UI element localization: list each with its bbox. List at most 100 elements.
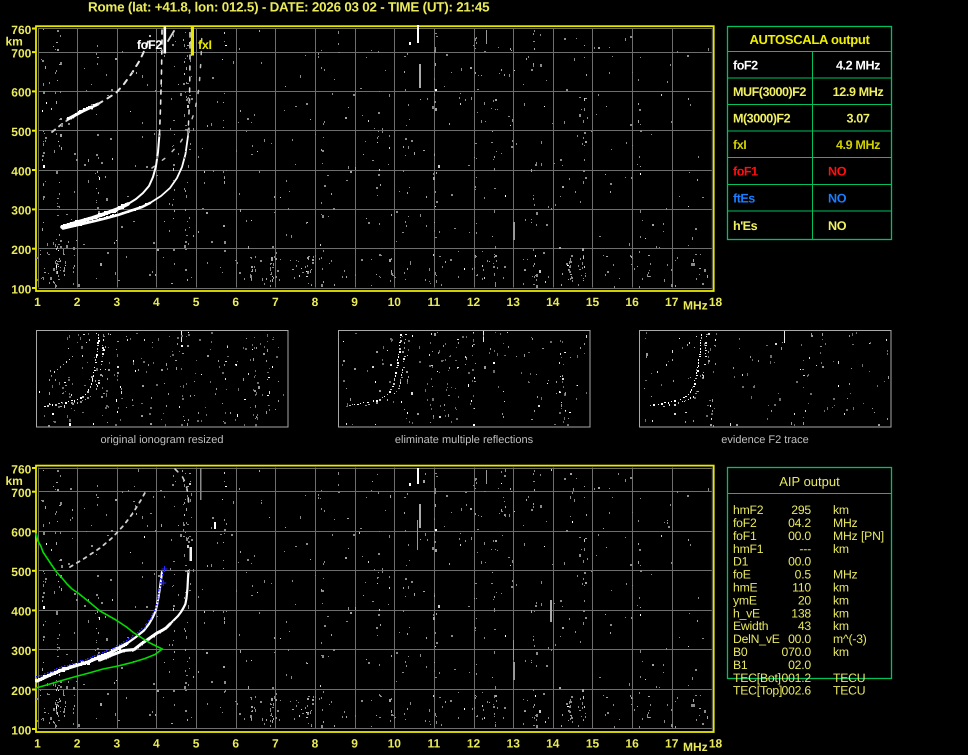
svg-text:11: 11: [428, 295, 441, 309]
svg-text:TECU: TECU: [833, 671, 865, 685]
svg-text:hmE: hmE: [733, 581, 758, 595]
svg-text:foF2: foF2: [733, 516, 757, 530]
svg-text:km: km: [6, 474, 23, 488]
svg-text:TECU: TECU: [833, 684, 865, 698]
svg-text:ymE: ymE: [733, 593, 757, 607]
svg-text:M(3000)F2: M(3000)F2: [733, 111, 791, 125]
svg-text:500: 500: [11, 565, 31, 579]
svg-text:43: 43: [798, 619, 812, 633]
svg-text:AIP output: AIP output: [779, 474, 840, 489]
svg-text:D1: D1: [733, 555, 749, 569]
svg-text:evidence F2 trace: evidence F2 trace: [721, 434, 808, 446]
svg-text:1: 1: [34, 295, 41, 309]
svg-text:NO: NO: [828, 219, 847, 233]
svg-text:2: 2: [74, 737, 81, 751]
svg-text:2: 2: [74, 295, 81, 309]
svg-text:foF2: foF2: [733, 58, 758, 72]
svg-text:ftEs: ftEs: [733, 191, 755, 205]
svg-text:foE: foE: [733, 568, 751, 582]
svg-text:foF1: foF1: [733, 165, 758, 179]
svg-text:6: 6: [232, 295, 239, 309]
svg-text:400: 400: [11, 605, 31, 619]
svg-text:NO: NO: [828, 165, 847, 179]
svg-text:eliminate multiple reflections: eliminate multiple reflections: [395, 434, 534, 446]
svg-text:0.5: 0.5: [795, 568, 812, 582]
svg-text:MHz: MHz: [833, 568, 858, 582]
svg-text:600: 600: [11, 86, 31, 100]
svg-text:6: 6: [232, 737, 239, 751]
svg-text:001.2: 001.2: [782, 671, 812, 685]
svg-text:km: km: [833, 645, 849, 659]
svg-text:h'Es: h'Es: [733, 219, 758, 233]
svg-text:04.2: 04.2: [788, 516, 811, 530]
svg-text:8: 8: [312, 737, 319, 751]
svg-text:km: km: [833, 581, 849, 595]
svg-text:---: ---: [799, 542, 811, 556]
svg-text:B1: B1: [733, 658, 748, 672]
svg-text:13: 13: [507, 295, 521, 309]
svg-text:4.2 MHz: 4.2 MHz: [836, 58, 880, 72]
svg-text:002.6: 002.6: [782, 684, 812, 698]
svg-text:400: 400: [11, 164, 31, 178]
svg-text:AUTOSCALA output: AUTOSCALA output: [749, 32, 870, 47]
svg-text:300: 300: [11, 204, 31, 218]
svg-text:18: 18: [709, 737, 723, 751]
svg-text:3: 3: [113, 737, 120, 751]
svg-text:14: 14: [546, 295, 560, 309]
svg-text:Rome (lat: +41.8, lon: 012.5): Rome (lat: +41.8, lon: 012.5) - DATE: 20…: [88, 0, 490, 15]
svg-text:MHz: MHz: [833, 516, 858, 530]
svg-text:500: 500: [11, 125, 31, 139]
svg-text:4.9 MHz: 4.9 MHz: [836, 138, 880, 152]
svg-text:16: 16: [625, 295, 639, 309]
svg-text:3: 3: [113, 295, 120, 309]
svg-text:070.0: 070.0: [782, 645, 812, 659]
svg-text:10: 10: [388, 295, 402, 309]
svg-text:DelN_vE: DelN_vE: [733, 632, 780, 646]
svg-text:MHz: MHz: [683, 740, 708, 754]
svg-text:B0: B0: [733, 645, 748, 659]
svg-text:17: 17: [665, 737, 679, 751]
svg-text:7: 7: [272, 737, 279, 751]
svg-text:12: 12: [467, 737, 481, 751]
svg-text:foF1: foF1: [733, 529, 757, 543]
svg-text:km: km: [833, 503, 849, 517]
svg-text:11: 11: [428, 737, 441, 751]
svg-text:TEC[Top]: TEC[Top]: [733, 684, 782, 698]
svg-text:original ionogram resized: original ionogram resized: [101, 434, 224, 446]
svg-text:700: 700: [11, 486, 31, 500]
svg-text:5: 5: [193, 737, 200, 751]
svg-text:NO: NO: [828, 191, 847, 205]
svg-text:4: 4: [153, 737, 160, 751]
svg-text:100: 100: [11, 723, 31, 737]
svg-text:16: 16: [625, 737, 639, 751]
svg-text:5: 5: [193, 295, 200, 309]
svg-text:10: 10: [388, 737, 402, 751]
svg-text:4: 4: [153, 295, 160, 309]
svg-text:13: 13: [507, 737, 521, 751]
svg-text:14: 14: [546, 737, 560, 751]
svg-text:MHz: MHz: [683, 298, 708, 312]
svg-text:MHz: MHz: [833, 529, 858, 543]
svg-text:300: 300: [11, 644, 31, 658]
svg-text:700: 700: [11, 46, 31, 60]
svg-text:8: 8: [312, 295, 319, 309]
svg-text:15: 15: [586, 295, 600, 309]
svg-text:295: 295: [791, 503, 811, 517]
svg-text:Ewidth: Ewidth: [733, 619, 768, 633]
svg-text:02.0: 02.0: [788, 658, 811, 672]
svg-text:600: 600: [11, 526, 31, 540]
svg-text:100: 100: [11, 282, 31, 296]
svg-text:foF2: foF2: [137, 38, 163, 52]
svg-text:200: 200: [11, 243, 31, 257]
svg-text:20: 20: [798, 593, 812, 607]
svg-text:1: 1: [34, 737, 41, 751]
svg-text:110: 110: [792, 581, 811, 595]
svg-text:15: 15: [586, 737, 600, 751]
svg-text:12.9 MHz: 12.9 MHz: [833, 85, 884, 99]
svg-text:3.07: 3.07: [847, 111, 870, 125]
svg-text:00.0: 00.0: [788, 555, 811, 569]
svg-text:km: km: [833, 542, 849, 556]
svg-text:km: km: [833, 593, 849, 607]
svg-text:km: km: [6, 35, 23, 49]
svg-text:7: 7: [272, 295, 279, 309]
